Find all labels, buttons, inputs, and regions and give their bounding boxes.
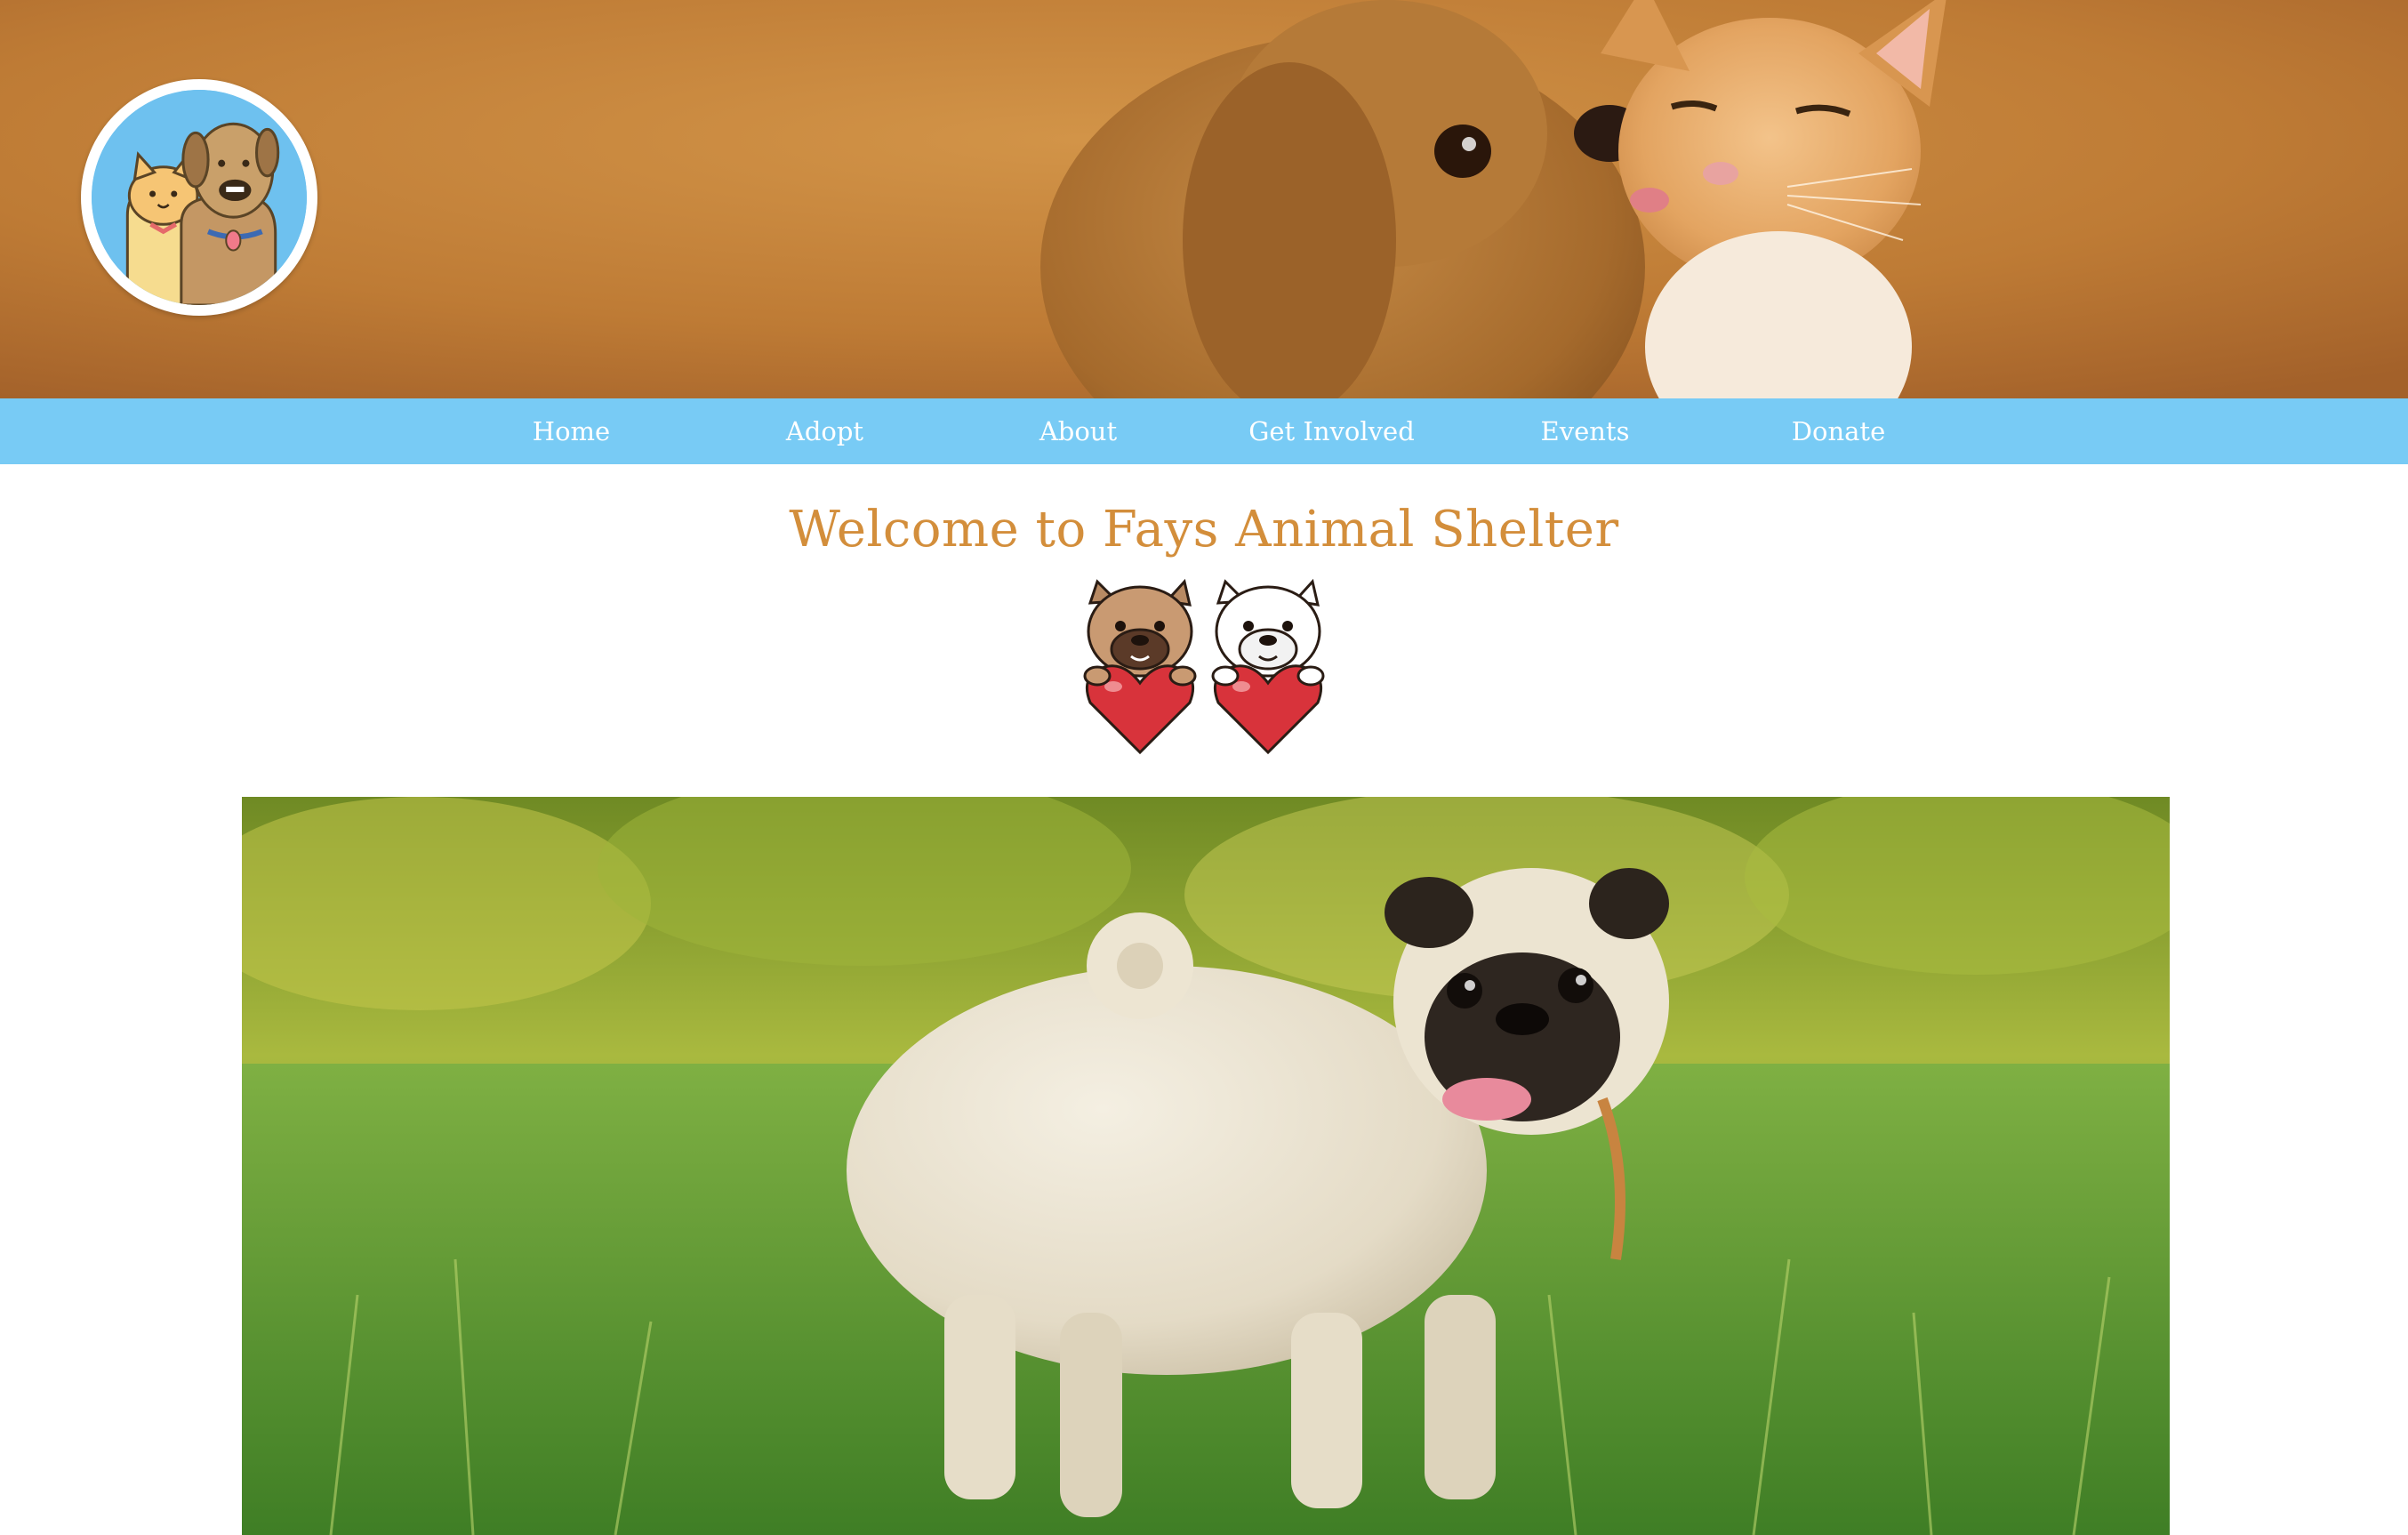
- main-nav: Home Adopt About Get Involved Events Don…: [0, 398, 2408, 464]
- nav-item-get-involved[interactable]: Get Involved: [1205, 398, 1458, 464]
- nav-item-adopt[interactable]: Adopt: [698, 398, 951, 464]
- nav-list: Home Adopt About Get Involved Events Don…: [445, 398, 1965, 464]
- page-title: Welcome to Fays Animal Shelter: [789, 501, 1619, 559]
- cat-and-dog-cartoon-logo: [92, 90, 307, 305]
- header-banner: [0, 0, 2408, 398]
- bulldogs-with-hearts-icon: [1080, 578, 1328, 756]
- nav-item-about[interactable]: About: [951, 398, 1205, 464]
- nav-item-donate[interactable]: Donate: [1712, 398, 1965, 464]
- puppy-kissing-kitten-photo: [0, 0, 2408, 398]
- pug-in-grass-photo: [242, 797, 2170, 1535]
- nav-item-home[interactable]: Home: [445, 398, 698, 464]
- hero-image: [242, 797, 2170, 1535]
- nav-item-events[interactable]: Events: [1458, 398, 1712, 464]
- shelter-logo[interactable]: [81, 79, 317, 316]
